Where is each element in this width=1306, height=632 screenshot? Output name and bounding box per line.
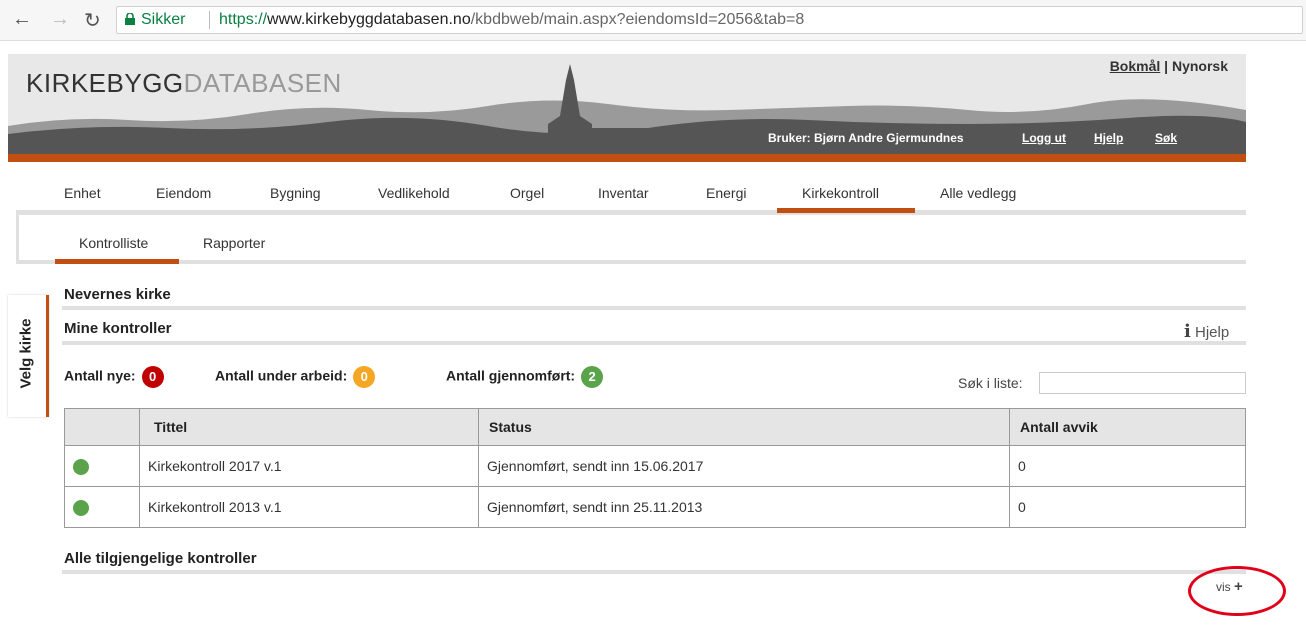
controls-table: Tittel Status Antall avvik Kirkekontroll… [64, 408, 1246, 528]
all-controls-heading: Alle tilgjengelige kontroller [64, 550, 257, 567]
status-dot-icon [73, 458, 89, 475]
tab-eiendom[interactable]: Eiendom [156, 185, 211, 201]
mine-kontroller-heading: Mine kontroller [64, 320, 172, 337]
header-tittel[interactable]: Tittel [139, 408, 479, 446]
status-dot-cell [64, 445, 140, 487]
url-text[interactable]: https://www.kirkebyggdatabasen.no/kbdbwe… [219, 7, 804, 33]
search-link[interactable]: Søk [1155, 131, 1177, 145]
lock-icon [125, 13, 135, 25]
tab-enhet[interactable]: Enhet [64, 185, 101, 201]
active-subtab-indicator [55, 259, 179, 264]
tab-vedlikehold[interactable]: Vedlikehold [378, 185, 450, 201]
velg-kirke-tab[interactable]: Velg kirke [8, 295, 49, 417]
header-status-icon [64, 408, 140, 446]
active-tab-indicator [777, 208, 915, 213]
tab-energi[interactable]: Energi [706, 185, 746, 201]
red-highlight-circle [1188, 566, 1286, 616]
avvik-cell: 0 [1009, 486, 1246, 528]
count-new: Antall nye: 0 [64, 366, 164, 388]
lang-bokmal-link[interactable]: Bokmål [1110, 58, 1161, 74]
help-link[interactable]: Hjelp [1094, 131, 1123, 145]
tab-orgel[interactable]: Orgel [510, 185, 544, 201]
section-divider [62, 341, 1246, 345]
avvik-cell: 0 [1009, 445, 1246, 487]
subtab-rapporter[interactable]: Rapporter [203, 235, 265, 251]
table-row[interactable]: Kirkekontroll 2017 v.1 Gjennomført, send… [64, 445, 1246, 487]
search-list-label: Søk i liste: [958, 375, 1023, 391]
subtabs-underline [16, 260, 1246, 264]
subtab-kontrolliste[interactable]: Kontrolliste [79, 235, 148, 251]
title-cell[interactable]: Kirkekontroll 2017 v.1 [139, 445, 479, 487]
header-accent-bar [8, 154, 1246, 162]
count-in-progress: Antall under arbeid: 0 [215, 366, 376, 388]
header-antall-avvik[interactable]: Antall avvik [1009, 408, 1246, 446]
site-logo[interactable]: KIRKEBYGGDATABASEN [26, 68, 342, 99]
count-in-progress-badge: 0 [353, 366, 376, 388]
church-name: Nevernes kirke [64, 286, 171, 303]
secure-label: Sikker [141, 11, 186, 28]
info-icon: i [1184, 321, 1191, 342]
reload-icon[interactable]: ↻ [84, 8, 101, 33]
header-status[interactable]: Status [478, 408, 1010, 446]
status-dot-icon [73, 499, 89, 516]
user-label: Bruker: Bjørn Andre Gjermundnes [768, 131, 964, 145]
lang-nynorsk-link[interactable]: Nynorsk [1172, 58, 1228, 74]
address-separator [209, 11, 210, 29]
status-cell: Gjennomført, sendt inn 25.11.2013 [478, 486, 1010, 528]
help-button[interactable]: i Hjelp [1184, 321, 1229, 342]
count-completed: Antall gjennomført: 2 [446, 366, 604, 388]
velg-kirke-label: Velg kirke [17, 318, 35, 389]
back-arrow-icon[interactable]: ← [12, 8, 32, 31]
tab-alle-vedlegg[interactable]: Alle vedlegg [940, 185, 1016, 201]
section-divider [62, 306, 1246, 310]
count-new-badge: 0 [141, 366, 164, 388]
search-list-input[interactable] [1039, 372, 1246, 394]
status-dot-cell [64, 486, 140, 528]
count-completed-badge: 2 [581, 366, 604, 388]
site-header: KIRKEBYGGDATABASEN Bokmål | Nynorsk Bruk… [8, 54, 1246, 154]
browser-toolbar: ← → ↻ Sikker https://www.kirkebyggdataba… [0, 0, 1306, 41]
tab-bygning[interactable]: Bygning [270, 185, 321, 201]
status-cell: Gjennomført, sendt inn 15.06.2017 [478, 445, 1010, 487]
tab-kirkekontroll[interactable]: Kirkekontroll [802, 185, 879, 201]
language-switch: Bokmål | Nynorsk [1109, 58, 1228, 74]
main-tabs: Enhet Eiendom Bygning Vedlikehold Orgel … [16, 175, 1246, 215]
logout-link[interactable]: Logg ut [1022, 131, 1066, 145]
section-divider [62, 570, 1246, 574]
tab-inventar[interactable]: Inventar [598, 185, 649, 201]
address-bar[interactable]: Sikker https://www.kirkebyggdatabasen.no… [116, 6, 1303, 34]
sub-tabs: Kontrolliste Rapporter [16, 215, 1249, 263]
table-row[interactable]: Kirkekontroll 2013 v.1 Gjennomført, send… [64, 486, 1246, 528]
forward-arrow-icon[interactable]: → [50, 8, 70, 31]
table-header-row: Tittel Status Antall avvik [64, 408, 1246, 446]
title-cell[interactable]: Kirkekontroll 2013 v.1 [139, 486, 479, 528]
